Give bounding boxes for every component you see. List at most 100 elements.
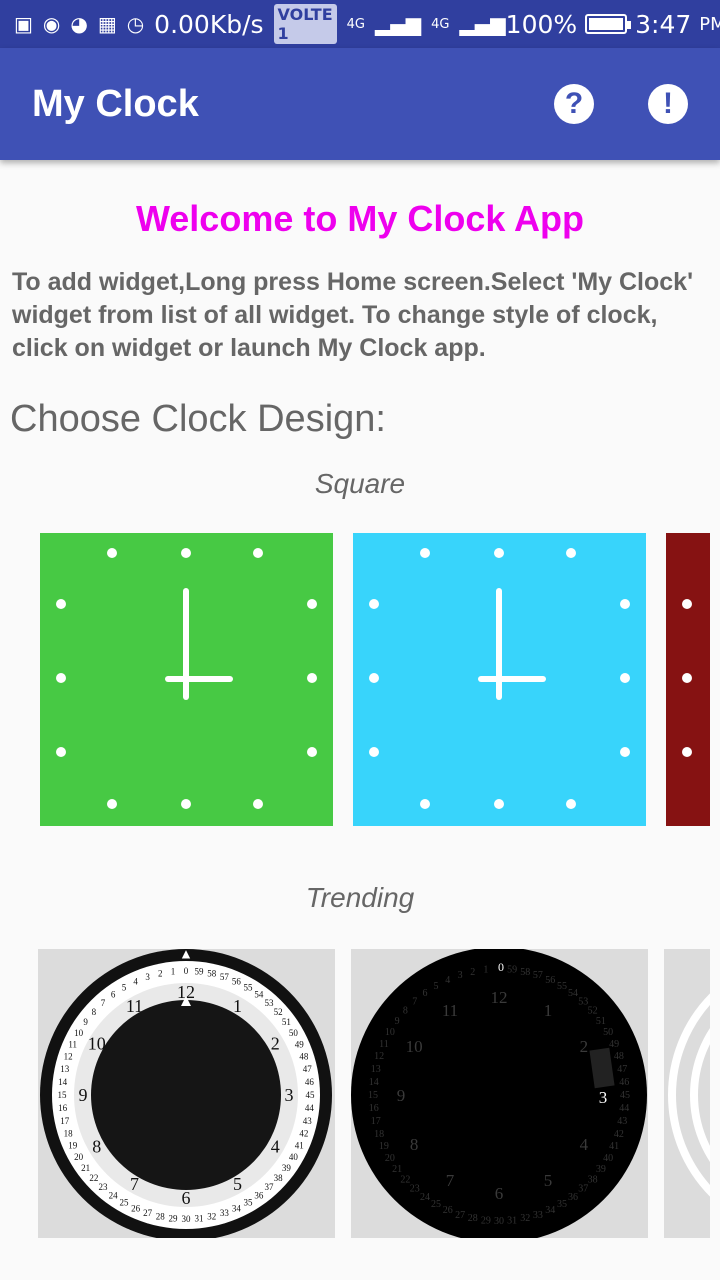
minute-number: 31 bbox=[507, 1215, 517, 1226]
instructions-text: To add widget,Long press Home screen.Sel… bbox=[12, 268, 694, 362]
minute-number: 48 bbox=[614, 1051, 624, 1062]
minute-number: 43 bbox=[303, 1116, 313, 1126]
battery-fill bbox=[589, 18, 624, 30]
dial-number: 2 bbox=[271, 1034, 280, 1054]
minute-number: 18 bbox=[374, 1129, 384, 1140]
minute-number: 34 bbox=[545, 1205, 555, 1216]
hour-dot bbox=[369, 673, 379, 683]
volte-badge: VOLTE 1 bbox=[273, 4, 337, 44]
dial-number: 5 bbox=[233, 1174, 242, 1194]
hour-dot bbox=[420, 548, 430, 558]
minute-number: 20 bbox=[385, 1153, 395, 1164]
square-clock-green[interactable] bbox=[40, 533, 333, 826]
status-bar: ▣ ◉ ◕ ▦ ◷ 0.00Kb/s VOLTE 1 4G ▂▄▆ 4G ▂▄▆… bbox=[0, 0, 720, 48]
app-title: My Clock bbox=[32, 82, 199, 125]
minute-number: 44 bbox=[305, 1103, 315, 1113]
minute-number: 4 bbox=[445, 975, 450, 986]
dial-number: 5 bbox=[544, 1171, 553, 1190]
square-clock-darkred[interactable] bbox=[666, 533, 710, 826]
minute-number: 14 bbox=[369, 1077, 379, 1088]
hour-dot bbox=[181, 548, 191, 558]
minute-number: 54 bbox=[568, 988, 578, 999]
dial-number: 10 bbox=[88, 1034, 106, 1054]
minute-number: 21 bbox=[81, 1163, 90, 1173]
minute-number: 42 bbox=[299, 1128, 308, 1138]
hour-dot bbox=[420, 799, 430, 809]
minute-number: 32 bbox=[520, 1213, 530, 1224]
minute-number: 52 bbox=[274, 1007, 283, 1017]
minute-number: 40 bbox=[289, 1152, 299, 1162]
minute-number: 10 bbox=[385, 1027, 395, 1038]
hour-dot bbox=[620, 747, 630, 757]
minute-number: 0 bbox=[184, 966, 189, 976]
square-clock-cyan[interactable] bbox=[353, 533, 646, 826]
minute-number: 5 bbox=[434, 981, 439, 992]
hour-dot bbox=[56, 747, 66, 757]
help-icon[interactable]: ? bbox=[554, 84, 594, 124]
trending-clock-white-dial[interactable]: 12 11 10 9 8 7 6 5 4 3 2 1 0 1 2 3 4 5 6 7 8 9 10 11 12 13 14 15 16… bbox=[38, 949, 335, 1238]
minute-number: 52 bbox=[588, 1006, 598, 1017]
minute-number: 50 bbox=[603, 1027, 613, 1038]
minute-number: 58 bbox=[520, 967, 530, 978]
minute-number: 56 bbox=[232, 977, 242, 987]
clock-ampm: PM bbox=[699, 13, 720, 35]
minute-number: 19 bbox=[68, 1140, 78, 1150]
battery-icon bbox=[585, 14, 632, 34]
trending-clock-black-dial[interactable]: 12 11 10 9 8 7 6 5 4 2 1 1 2 3 4 5 6 7 8 9 10 11 12 13 14 15 16 17… bbox=[351, 949, 648, 1238]
minute-number: 38 bbox=[588, 1174, 598, 1185]
hour-dot bbox=[107, 548, 117, 558]
battery-percent: 100% bbox=[505, 9, 578, 39]
minute-number: 16 bbox=[58, 1103, 68, 1113]
minute-number: 27 bbox=[455, 1210, 465, 1221]
minute-number: 49 bbox=[295, 1040, 305, 1050]
minute-number: 28 bbox=[468, 1213, 478, 1224]
minute-number: 35 bbox=[244, 1197, 254, 1207]
trending-clock-rings-dial[interactable] bbox=[664, 949, 710, 1238]
minute-number: 55 bbox=[244, 983, 254, 993]
hour-dot bbox=[307, 599, 317, 609]
minute-number: 19 bbox=[379, 1141, 389, 1152]
hour-dot bbox=[620, 599, 630, 609]
minute-number: 23 bbox=[410, 1184, 420, 1195]
black-dial-face: 12111098765421 1234567891011121314151617… bbox=[351, 949, 647, 1238]
clock-time: 3:47 bbox=[635, 9, 692, 39]
minute-number: 26 bbox=[443, 1205, 453, 1216]
hour-dot bbox=[566, 799, 576, 809]
minute-number: 24 bbox=[109, 1190, 119, 1200]
app-bar: My Clock ? ! bbox=[0, 48, 720, 160]
alarm-icon: ◷ bbox=[126, 12, 145, 36]
dial-number: 2 bbox=[580, 1037, 589, 1056]
minute-number: 18 bbox=[64, 1128, 74, 1138]
minute-number: 33 bbox=[220, 1208, 230, 1218]
status-right: 100% 3:47 PM bbox=[506, 10, 720, 39]
minute-number: 47 bbox=[617, 1064, 627, 1075]
dial-number: 8 bbox=[410, 1135, 419, 1154]
minute-number: 38 bbox=[274, 1173, 284, 1183]
minute-number: 11 bbox=[68, 1040, 77, 1050]
minute-number: 54 bbox=[254, 990, 264, 1000]
minute-number: 53 bbox=[264, 998, 274, 1008]
hour-dot bbox=[682, 599, 692, 609]
minute-number: 15 bbox=[58, 1090, 68, 1100]
minute-number: 24 bbox=[420, 1192, 430, 1203]
hour-dot bbox=[181, 799, 191, 809]
minute-number: 12 bbox=[374, 1051, 384, 1062]
signal-icon: ▂▄▆ bbox=[375, 12, 422, 36]
minute-number: 35 bbox=[557, 1199, 567, 1210]
dial-number: 6 bbox=[495, 1184, 504, 1203]
info-icon[interactable]: ! bbox=[648, 84, 688, 124]
square-clock-darkred-face bbox=[666, 533, 710, 826]
dial-number: 11 bbox=[442, 1001, 458, 1020]
dial-number: 4 bbox=[271, 1137, 280, 1157]
hour-dot bbox=[494, 548, 504, 558]
minute-number: 14 bbox=[58, 1077, 68, 1087]
dial-number: 11 bbox=[126, 996, 143, 1016]
minute-number: 36 bbox=[568, 1192, 578, 1203]
minute-number: 13 bbox=[60, 1064, 70, 1074]
minute-number: 51 bbox=[596, 1016, 606, 1027]
minute-number: 28 bbox=[156, 1211, 166, 1221]
hour-dot bbox=[620, 673, 630, 683]
minute-number: 40 bbox=[603, 1153, 613, 1164]
hour-dot bbox=[253, 548, 263, 558]
dial-number: 3 bbox=[285, 1085, 294, 1105]
